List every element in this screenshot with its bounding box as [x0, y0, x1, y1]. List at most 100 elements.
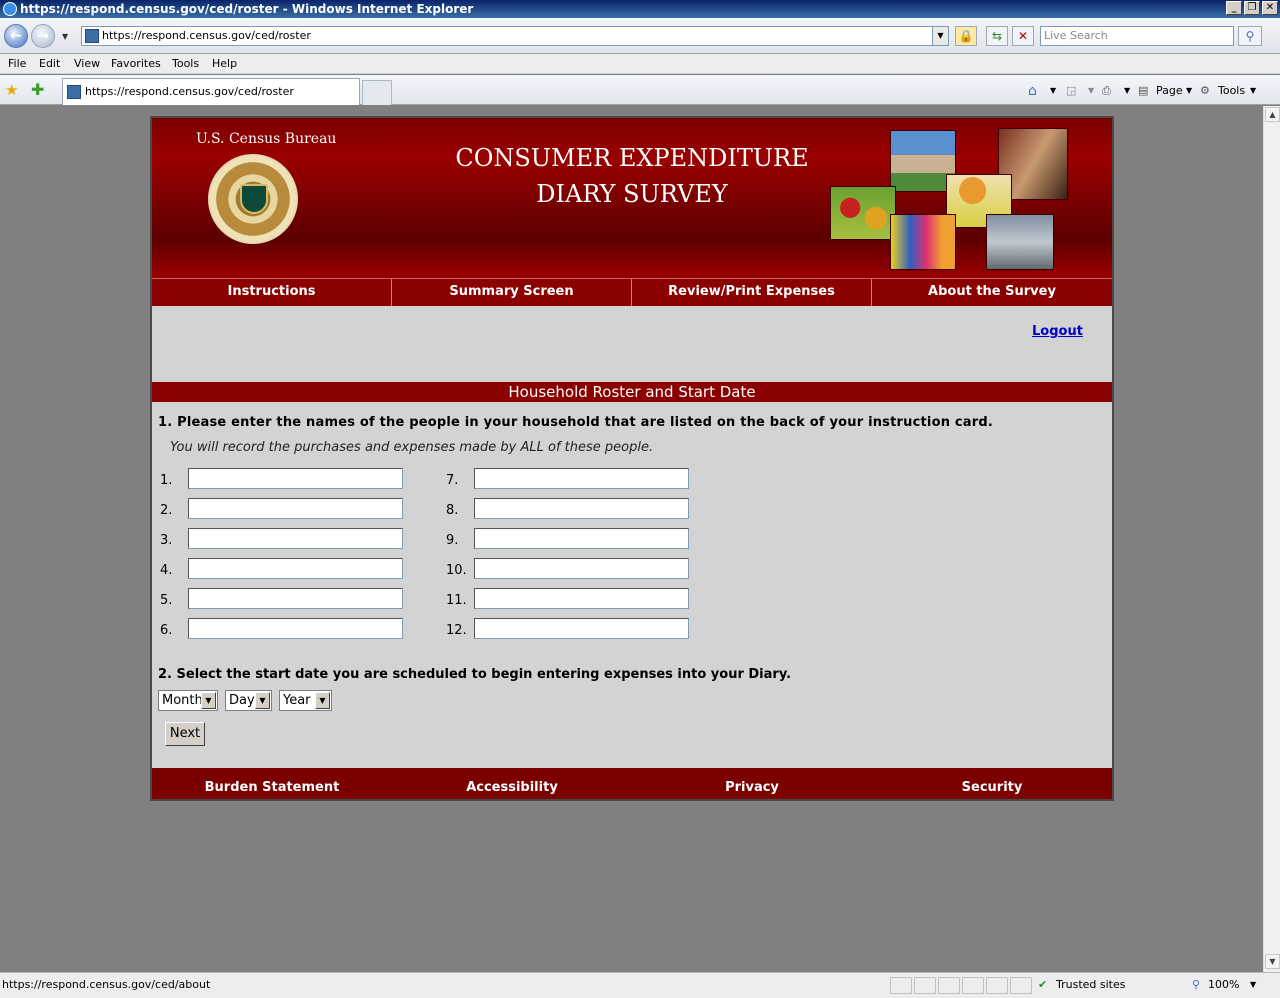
close-window-button[interactable]: ✕ — [1262, 1, 1278, 15]
back-button[interactable]: ← — [4, 24, 28, 48]
scroll-down-icon[interactable]: ▼ — [1265, 954, 1280, 969]
nav-summary-screen[interactable]: Summary Screen — [392, 279, 632, 306]
roster-name-input-2[interactable] — [188, 498, 403, 519]
chevron-down-icon: ▼ — [255, 692, 270, 709]
question-1: 1. Please enter the names of the people … — [158, 415, 994, 430]
roster-name-input-12[interactable] — [474, 618, 689, 639]
roster-name-input-3[interactable] — [188, 528, 403, 549]
roster-name-input-5[interactable] — [188, 588, 403, 609]
commerce-seal-logo — [208, 154, 298, 244]
roster-number: 8. — [446, 503, 459, 518]
next-button[interactable]: Next — [165, 722, 205, 746]
print-dropdown-icon[interactable]: ▼ — [1124, 83, 1130, 99]
nav-review-print-expenses[interactable]: Review/Print Expenses — [632, 279, 872, 306]
page-icon: ▤ — [1138, 84, 1149, 97]
roster-name-input-10[interactable] — [474, 558, 689, 579]
zoom-dropdown-icon[interactable]: ▼ — [1250, 973, 1256, 997]
roster-name-input-7[interactable] — [474, 468, 689, 489]
favorites-tab-bar: ★ ✚ https://respond.census.gov/ced/roste… — [0, 75, 1280, 105]
refresh-icon[interactable]: ⇆ — [986, 26, 1008, 46]
new-tab-button[interactable] — [362, 80, 392, 105]
menu-favorites[interactable]: Favorites — [111, 54, 161, 74]
section-header: Household Roster and Start Date — [152, 382, 1112, 402]
roster-number: 4. — [160, 563, 173, 578]
roster-number: 2. — [160, 503, 173, 518]
clothing-photo — [890, 214, 956, 270]
tab-site-icon — [67, 85, 81, 99]
address-dropdown-icon[interactable]: ▼ — [932, 27, 948, 45]
day-select[interactable]: Day ▼ — [225, 690, 272, 711]
footer: Burden Statement Accessibility Privacy S… — [152, 768, 1112, 799]
page-menu[interactable]: Page — [1156, 83, 1183, 99]
month-select[interactable]: Month ▼ — [158, 690, 218, 711]
logout-link[interactable]: Logout — [1032, 324, 1083, 339]
tools-menu[interactable]: Tools — [1218, 83, 1245, 99]
nav-instructions[interactable]: Instructions — [152, 279, 392, 306]
home-icon[interactable]: ⌂ — [1028, 83, 1037, 99]
chevron-down-icon: ▼ — [201, 692, 216, 709]
zoom-icon: ⚲ — [1192, 978, 1201, 991]
roster-name-input-11[interactable] — [474, 588, 689, 609]
roster-name-input-1[interactable] — [188, 468, 403, 489]
year-select[interactable]: Year ▼ — [279, 690, 332, 711]
roster-number: 10. — [446, 563, 467, 578]
roster-number: 9. — [446, 533, 459, 548]
favorites-star-icon[interactable]: ★ — [5, 81, 18, 99]
roster-name-input-8[interactable] — [474, 498, 689, 519]
minimize-button[interactable]: _ — [1226, 1, 1242, 15]
roster-name-input-4[interactable] — [188, 558, 403, 579]
vertical-scrollbar[interactable]: ▲ ▼ — [1263, 106, 1280, 972]
lock-icon[interactable]: 🔒 — [955, 26, 977, 46]
footer-accessibility[interactable]: Accessibility — [392, 780, 632, 795]
menu-file[interactable]: File — [8, 54, 26, 74]
roster-number: 7. — [446, 473, 459, 488]
status-bar: https://respond.census.gov/ced/about ✔ T… — [0, 972, 1280, 998]
gear-icon: ⚙ — [1200, 84, 1210, 97]
print-icon[interactable]: ⎙ — [1102, 83, 1111, 99]
forward-button[interactable]: → — [31, 24, 55, 48]
feeds-icon[interactable]: ◲ — [1066, 83, 1076, 99]
footer-security[interactable]: Security — [872, 780, 1112, 795]
site-icon — [85, 29, 99, 43]
cars-photo — [986, 214, 1054, 270]
roster-number: 1. — [160, 473, 173, 488]
roster-name-input-9[interactable] — [474, 528, 689, 549]
roster-name-input-6[interactable] — [188, 618, 403, 639]
question-2: 2. Select the start date you are schedul… — [158, 667, 792, 682]
feeds-dropdown-icon[interactable]: ▼ — [1088, 83, 1094, 99]
security-zone: Trusted sites — [1056, 978, 1126, 991]
tab-title: https://respond.census.gov/ced/roster — [85, 85, 294, 98]
menu-bar: File Edit View Favorites Tools Help — [0, 54, 1280, 74]
footer-burden-statement[interactable]: Burden Statement — [152, 780, 392, 795]
scroll-up-icon[interactable]: ▲ — [1265, 107, 1280, 122]
status-url: https://respond.census.gov/ced/about — [2, 978, 211, 991]
roster-number: 3. — [160, 533, 173, 548]
banner: U.S. Census Bureau CONSUMER EXPENDITURE … — [152, 118, 1112, 278]
live-search-input[interactable]: Live Search — [1040, 26, 1234, 46]
nav-about-the-survey[interactable]: About the Survey — [872, 279, 1112, 306]
menu-edit[interactable]: Edit — [39, 54, 60, 74]
menu-tools[interactable]: Tools — [172, 54, 199, 74]
roster-number: 12. — [446, 623, 467, 638]
restore-button[interactable]: ❐ — [1244, 1, 1260, 15]
footer-privacy[interactable]: Privacy — [632, 780, 872, 795]
add-favorite-icon[interactable]: ✚ — [31, 80, 44, 99]
address-text: https://respond.census.gov/ced/roster — [102, 29, 311, 42]
survey-title: CONSUMER EXPENDITURE DIARY SURVEY — [455, 144, 809, 208]
recent-pages-dropdown-icon[interactable]: ▼ — [62, 32, 68, 41]
menu-view[interactable]: View — [74, 54, 100, 74]
address-bar[interactable]: https://respond.census.gov/ced/roster ▼ — [81, 26, 949, 46]
zoom-level[interactable]: 100% — [1208, 973, 1239, 997]
home-dropdown-icon[interactable]: ▼ — [1050, 83, 1056, 99]
top-navigation: Instructions Summary Screen Review/Print… — [152, 278, 1112, 306]
page-dropdown-icon[interactable]: ▼ — [1186, 83, 1192, 99]
browser-tab[interactable]: https://respond.census.gov/ced/roster — [62, 78, 360, 105]
tools-dropdown-icon[interactable]: ▼ — [1250, 83, 1256, 99]
window-title: https://respond.census.gov/ced/roster - … — [20, 2, 474, 16]
bureau-name: U.S. Census Bureau — [196, 131, 337, 147]
checkmark-icon: ✔ — [1038, 978, 1048, 991]
menu-help[interactable]: Help — [212, 54, 237, 74]
stop-icon[interactable]: ✕ — [1012, 26, 1034, 46]
roster-number: 11. — [446, 593, 467, 608]
search-icon[interactable]: ⚲ — [1238, 26, 1262, 46]
